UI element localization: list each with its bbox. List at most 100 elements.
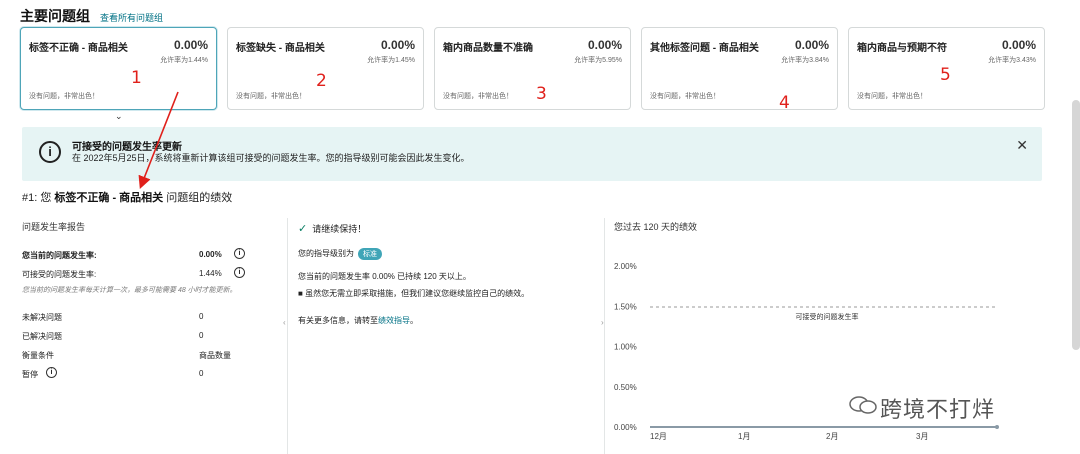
issue-card-1[interactable]: 标签不正确 - 商品相关 0.00% 允许率为1.44% 没有问题，非常出色！ …: [20, 27, 217, 110]
heading-suffix: 问题组的绩效: [163, 192, 233, 204]
more-suffix: 。: [410, 316, 418, 325]
current-rate-row: 您当前的问题发生率: 0.00% i: [22, 248, 262, 264]
series-point: [995, 425, 999, 429]
page: 主要问题组 查看所有问题组 标签不正确 - 商品相关 0.00% 允许率为1.4…: [0, 0, 1080, 454]
card-name: 标签不正确 - 商品相关: [29, 43, 128, 54]
guidance-bullet: ■ 虽然您无需立即采取措施，但我们建议您继续监控自己的绩效。: [298, 288, 598, 299]
x-tick-label: 3月: [916, 432, 928, 441]
accept-rate-value: 1.44%: [199, 269, 222, 278]
heading-prefix: #1: 您: [22, 192, 55, 204]
issue-card-4[interactable]: 其他标签问题 - 商品相关 0.00% 允许率为3.84% 没有问题，非常出色！…: [641, 27, 838, 113]
card-name: 其他标签问题 - 商品相关: [650, 43, 759, 54]
y-tick-label: 0.00%: [614, 423, 637, 432]
level-label: 您的指导级别为: [298, 249, 354, 258]
issue-group-cards: 标签不正确 - 商品相关 0.00% 允许率为1.44% 没有问题，非常出色！ …: [20, 27, 1045, 113]
info-icon[interactable]: i: [234, 267, 245, 278]
guidance-link[interactable]: 绩效指导: [378, 316, 410, 325]
chart-title: 您过去 120 天的绩效: [614, 222, 698, 232]
annotation-number: 1: [131, 68, 142, 88]
x-tick-label: 1月: [738, 432, 750, 441]
annotation-number: 3: [536, 84, 547, 104]
y-tick-label: 2.00%: [614, 262, 637, 271]
guidance-panel: ✓ 请继续保持！ 您的指导级别为 标准 您当前的问题发生率 0.00% 已持续 1…: [298, 222, 598, 326]
card-rate: 0.00%: [380, 38, 415, 52]
annotation-number: 5: [940, 65, 951, 85]
stat-value: 0: [199, 312, 204, 321]
card-rate: 0.00%: [587, 38, 622, 52]
card-allowed-rate: 允许率为1.44%: [160, 57, 208, 64]
issue-rate-report: 问题发生率报告 您当前的问题发生率: 0.00% i 可接受的问题发生率: 1.…: [22, 220, 262, 388]
report-title: 问题发生率报告: [22, 222, 86, 232]
card-status: 没有问题，非常出色！: [443, 93, 513, 100]
stat-row: 衡量条件 商品数量: [22, 350, 262, 369]
level-badge: 标准: [358, 248, 382, 260]
card-status: 没有问题，非常出色！: [857, 93, 927, 100]
annotation-number: 4: [779, 93, 790, 113]
keep-text: 请继续保持！: [312, 224, 367, 234]
card-rate: 0.00%: [173, 38, 208, 52]
close-icon[interactable]: ✕: [1016, 137, 1028, 154]
stat-value: 0: [199, 369, 204, 378]
keep-it-up: ✓ 请继续保持！: [298, 222, 598, 235]
view-all-groups-link[interactable]: 查看所有问题组: [100, 11, 163, 24]
heading-group: 标签不正确 - 商品相关: [54, 192, 164, 204]
issue-card-5[interactable]: 箱内商品与预期不符 0.00% 允许率为3.43% 没有问题，非常出色！ 5: [848, 27, 1045, 110]
card-name: 箱内商品数量不准确: [443, 43, 533, 54]
caret-right-icon: ›: [601, 318, 604, 327]
guidance-level: 您的指导级别为 标准: [298, 248, 598, 260]
stat-value: 0: [199, 331, 204, 340]
accept-rate-label: 可接受的问题发生率:: [22, 270, 97, 279]
current-rate-label: 您当前的问题发生率:: [22, 251, 97, 260]
stat-row: 未解决问题 0: [22, 312, 262, 331]
stat-row: 已解决问题 0: [22, 331, 262, 350]
card-status: 没有问题，非常出色！: [236, 93, 306, 100]
stat-label: 衡量条件: [22, 351, 54, 360]
divider: [287, 218, 288, 454]
info-icon[interactable]: i: [234, 248, 245, 259]
y-tick-label: 1.50%: [614, 302, 637, 311]
chevron-down-icon[interactable]: ⌄: [115, 111, 123, 122]
accept-rate-row: 可接受的问题发生率: 1.44% i: [22, 267, 262, 283]
check-icon: ✓: [298, 223, 308, 235]
x-tick-label: 12月: [650, 432, 667, 441]
card-allowed-rate: 允许率为3.84%: [781, 57, 829, 64]
card-allowed-rate: 允许率为3.43%: [988, 57, 1036, 64]
info-icon: i: [39, 141, 61, 163]
divider: [604, 218, 605, 454]
annotation-number: 2: [316, 71, 327, 91]
current-rate-value: 0.00%: [199, 250, 222, 259]
stat-value: 商品数量: [199, 351, 231, 360]
more-info: 有关更多信息，请转至绩效指导。: [298, 315, 598, 326]
bullet-text: 虽然您无需立即采取措施，但我们建议您继续监控自己的绩效。: [305, 289, 530, 298]
alert-body: 在 2022年5月25日，系统将重新计算该组可接受的问题发生率。您的指导级别可能…: [72, 153, 470, 163]
card-status: 没有问题，非常出色！: [650, 93, 720, 100]
card-name: 标签缺失 - 商品相关: [236, 43, 325, 54]
more-prefix: 有关更多信息，请转至: [298, 316, 378, 325]
rate-note: 您当前的问题发生率每天计算一次，最多可能需要 48 小时才能更新。: [22, 287, 237, 294]
card-name: 箱内商品与预期不符: [857, 43, 947, 54]
page-title: 主要问题组: [20, 8, 90, 24]
caret-left-icon: ‹: [283, 318, 286, 327]
stat-row: 暂停 i 0: [22, 367, 262, 388]
issue-card-2[interactable]: 标签缺失 - 商品相关 0.00% 允许率为1.45% 没有问题，非常出色！ 2: [227, 27, 424, 110]
card-status: 没有问题，非常出色！: [29, 93, 99, 100]
info-alert: i 可接受的问题发生率更新 在 2022年5月25日，系统将重新计算该组可接受的…: [22, 127, 1042, 181]
issue-card-3[interactable]: 箱内商品数量不准确 0.00% 允许率为5.95% 没有问题，非常出色！ 3: [434, 27, 631, 110]
watermark-text: 跨境不打烊: [880, 397, 996, 422]
header: 主要问题组 查看所有问题组: [20, 6, 163, 26]
info-icon[interactable]: i: [46, 367, 57, 378]
y-tick-label: 1.00%: [614, 343, 637, 352]
guidance-line: 您当前的问题发生率 0.00% 已持续 120 天以上。: [298, 272, 471, 281]
x-tick-label: 2月: [826, 432, 838, 441]
stat-label: 已解决问题: [22, 332, 62, 341]
card-allowed-rate: 允许率为5.95%: [574, 57, 622, 64]
y-tick-label: 0.50%: [614, 383, 637, 392]
threshold-label: 可接受的问题发生率: [796, 312, 859, 321]
stat-label: 暂停: [22, 370, 38, 379]
card-rate: 0.00%: [794, 38, 829, 52]
megaphone-icon: ■: [298, 289, 303, 298]
wechat-icon: [849, 396, 877, 414]
card-rate: 0.00%: [1001, 38, 1036, 52]
scrollbar[interactable]: [1072, 100, 1080, 350]
card-allowed-rate: 允许率为1.45%: [367, 57, 415, 64]
